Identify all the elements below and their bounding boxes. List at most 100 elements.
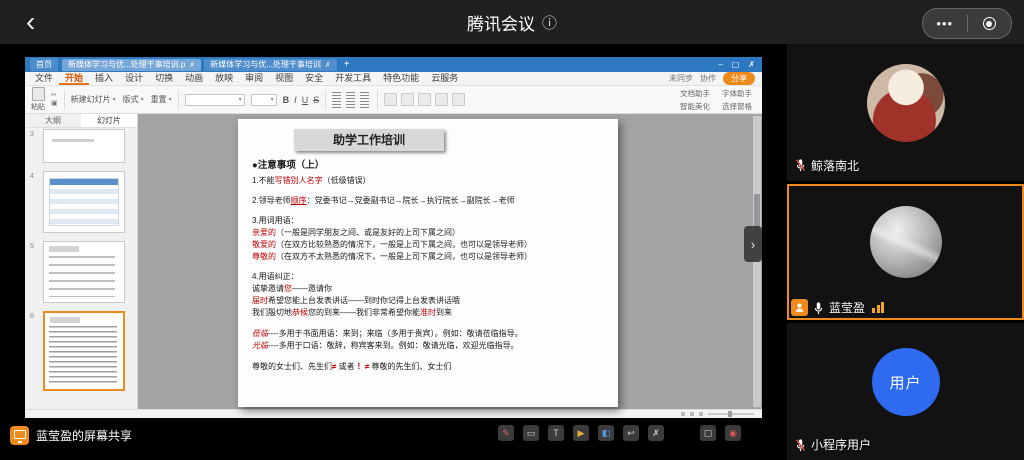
slide-text-segment: 届时 (252, 296, 268, 305)
annotation-icon-1[interactable]: ▭ (523, 425, 539, 441)
back-icon[interactable]: ‹ (26, 2, 35, 42)
ribbon-icon[interactable] (401, 93, 414, 106)
ribbon-button[interactable]: 重置▾ (151, 94, 172, 105)
new-tab-button[interactable]: + (341, 59, 353, 70)
menu-item[interactable]: 特色功能 (377, 72, 425, 85)
slide-text-line: 我们殷切地恭候您的到来——我们非常希望你能准时到来 (252, 308, 610, 318)
menu-item[interactable]: 切换 (149, 72, 179, 85)
align-grid (332, 92, 371, 108)
annotation-icon-2[interactable]: T (548, 425, 564, 441)
avatar (870, 206, 942, 278)
collapse-panel-button[interactable]: › (744, 226, 762, 262)
align-icon[interactable] (346, 101, 355, 108)
menu-item[interactable]: 审阅 (239, 72, 269, 85)
close-tab-icon[interactable]: ✗ (189, 61, 195, 69)
slide-text-segment: 2.领导老师 (252, 196, 291, 205)
format-button[interactable]: U (302, 95, 309, 105)
view-icon[interactable] (699, 412, 703, 416)
slide-text-line: 3.用词用语： (252, 216, 610, 226)
ribbon-icon[interactable] (384, 93, 397, 106)
info-icon[interactable]: ⓘ (542, 12, 557, 33)
slide-thumbnail[interactable] (43, 129, 125, 163)
doc-tab-label: 新媒体学习与优...处理干事培训 (210, 59, 321, 70)
home-tab[interactable]: 首页 (30, 58, 58, 71)
font-size-select[interactable]: ▾ (251, 94, 277, 106)
ribbon-tool-label[interactable]: 选择窗格 (722, 101, 752, 112)
slide-thumbnail[interactable] (43, 311, 125, 391)
annotation-icon-3[interactable]: ▶ (573, 425, 589, 441)
align-icon[interactable] (332, 92, 341, 99)
maximize-icon[interactable]: ▢ (732, 60, 740, 69)
ribbon-button[interactable]: 版式▾ (123, 94, 144, 105)
collab-button[interactable]: 协作 (700, 73, 716, 84)
slide-thumbnail-panel: 大纲幻灯片 3456 (25, 114, 138, 409)
slide-text-segment: ：党委书记→党委副书记→院长→执行院长→副院长→老师 (307, 196, 515, 205)
panel-tab[interactable]: 幻灯片 (81, 114, 137, 127)
view-icon[interactable] (690, 412, 694, 416)
ribbon-small-icon[interactable]: ✂ (51, 92, 58, 99)
slide-text-line: ●注意事项（上） (252, 160, 610, 172)
participant-tile[interactable]: 鲸落南北 (787, 44, 1024, 181)
share-control-icon-1[interactable]: ◉ (725, 425, 741, 441)
slide-text-segment: ----多用于口语：敬辞，称宾客来到。例如：敬请光临，欢迎光临指导。 (268, 341, 519, 350)
ribbon-tool-label[interactable]: 智能美化 (680, 101, 710, 112)
participant-tile[interactable]: 蓝莹盈 (787, 184, 1024, 321)
ribbon-text-buttons: 新建幻灯片▾ 版式▾ 重置▾ (71, 94, 172, 105)
menu-list: 文件开始插入设计切换动画放映审阅视图安全开发工具特色功能云服务 (29, 72, 464, 85)
align-icon[interactable] (360, 101, 369, 108)
annotation-icon-0[interactable]: ✎ (498, 425, 514, 441)
participant-tile[interactable]: 用户小程序用户 (787, 323, 1024, 460)
slide-text-segment: ----多用于书面用语：来到；来临（多用于贵宾）。例如：敬请莅临指导。 (268, 329, 523, 338)
close-tab-icon[interactable]: ✗ (325, 61, 331, 69)
view-icon[interactable] (681, 412, 685, 416)
ribbon-tool-label[interactable]: 字体助手 (722, 88, 752, 99)
format-button[interactable]: S (313, 95, 319, 105)
menu-item[interactable]: 文件 (29, 72, 59, 85)
menu-item[interactable]: 开始 (59, 72, 89, 85)
ribbon-tool-label[interactable]: 文档助手 (680, 88, 710, 99)
slide-text-segment: ——邀请你 (292, 284, 332, 293)
minimize-icon[interactable]: – (718, 60, 722, 69)
ribbon-icon[interactable] (435, 93, 448, 106)
menu-item[interactable]: 设计 (119, 72, 149, 85)
doc-tab[interactable]: 新媒体学习与优...处理干事培训 ✗ (204, 59, 337, 71)
sync-status[interactable]: 未同步 (669, 73, 693, 84)
close-icon[interactable]: ✗ (748, 60, 755, 69)
zoom-knob[interactable] (728, 411, 732, 417)
align-icon[interactable] (360, 92, 369, 99)
share-control-icon-0[interactable]: ▢ (700, 425, 716, 441)
menu-item[interactable]: 安全 (299, 72, 329, 85)
annotation-icon-6[interactable]: ✗ (648, 425, 664, 441)
format-button[interactable]: B (283, 95, 290, 105)
ribbon-icon[interactable] (418, 93, 431, 106)
more-icon[interactable]: ••• (923, 9, 967, 38)
chevron-down-icon: ▾ (113, 96, 116, 103)
menu-item[interactable]: 动画 (179, 72, 209, 85)
slide-thumbnail[interactable] (43, 241, 125, 303)
menu-item[interactable]: 云服务 (425, 72, 464, 85)
paste-button[interactable]: 粘贴 (31, 87, 45, 112)
format-button[interactable]: I (294, 95, 297, 105)
ribbon-button[interactable]: 新建幻灯片▾ (71, 94, 116, 105)
align-icon[interactable] (346, 92, 355, 99)
share-button[interactable]: 分享 (723, 72, 755, 85)
slide-thumbnail[interactable] (43, 171, 125, 233)
align-icon[interactable] (332, 101, 341, 108)
panel-tab[interactable]: 大纲 (25, 114, 81, 127)
annotation-icon-5[interactable]: ↩ (623, 425, 639, 441)
menu-item[interactable]: 放映 (209, 72, 239, 85)
menu-item[interactable]: 插入 (89, 72, 119, 85)
doc-tab[interactable]: 新媒体学习与优...处理干事培训.p✗ (62, 59, 201, 71)
menu-item[interactable]: 视图 (269, 72, 299, 85)
ribbon-icon[interactable] (452, 93, 465, 106)
slide-text-segment: （在双方比较熟悉的情况下，一般是上司下属之间，也可以是领导老师） (276, 240, 532, 249)
exit-target-icon[interactable] (968, 9, 1012, 38)
ribbon-small-icon[interactable]: ▣ (51, 100, 58, 107)
font-family-select[interactable]: ▾ (185, 94, 245, 106)
menu-item[interactable]: 开发工具 (329, 72, 377, 85)
slide-text-segment: （一般是同学朋友之间、或是友好的上司下属之间） (276, 228, 460, 237)
wps-status-bar (25, 409, 762, 418)
annotation-icon-4[interactable]: ◧ (598, 425, 614, 441)
zoom-slider[interactable] (708, 413, 754, 415)
mic-muted-icon (795, 438, 806, 452)
